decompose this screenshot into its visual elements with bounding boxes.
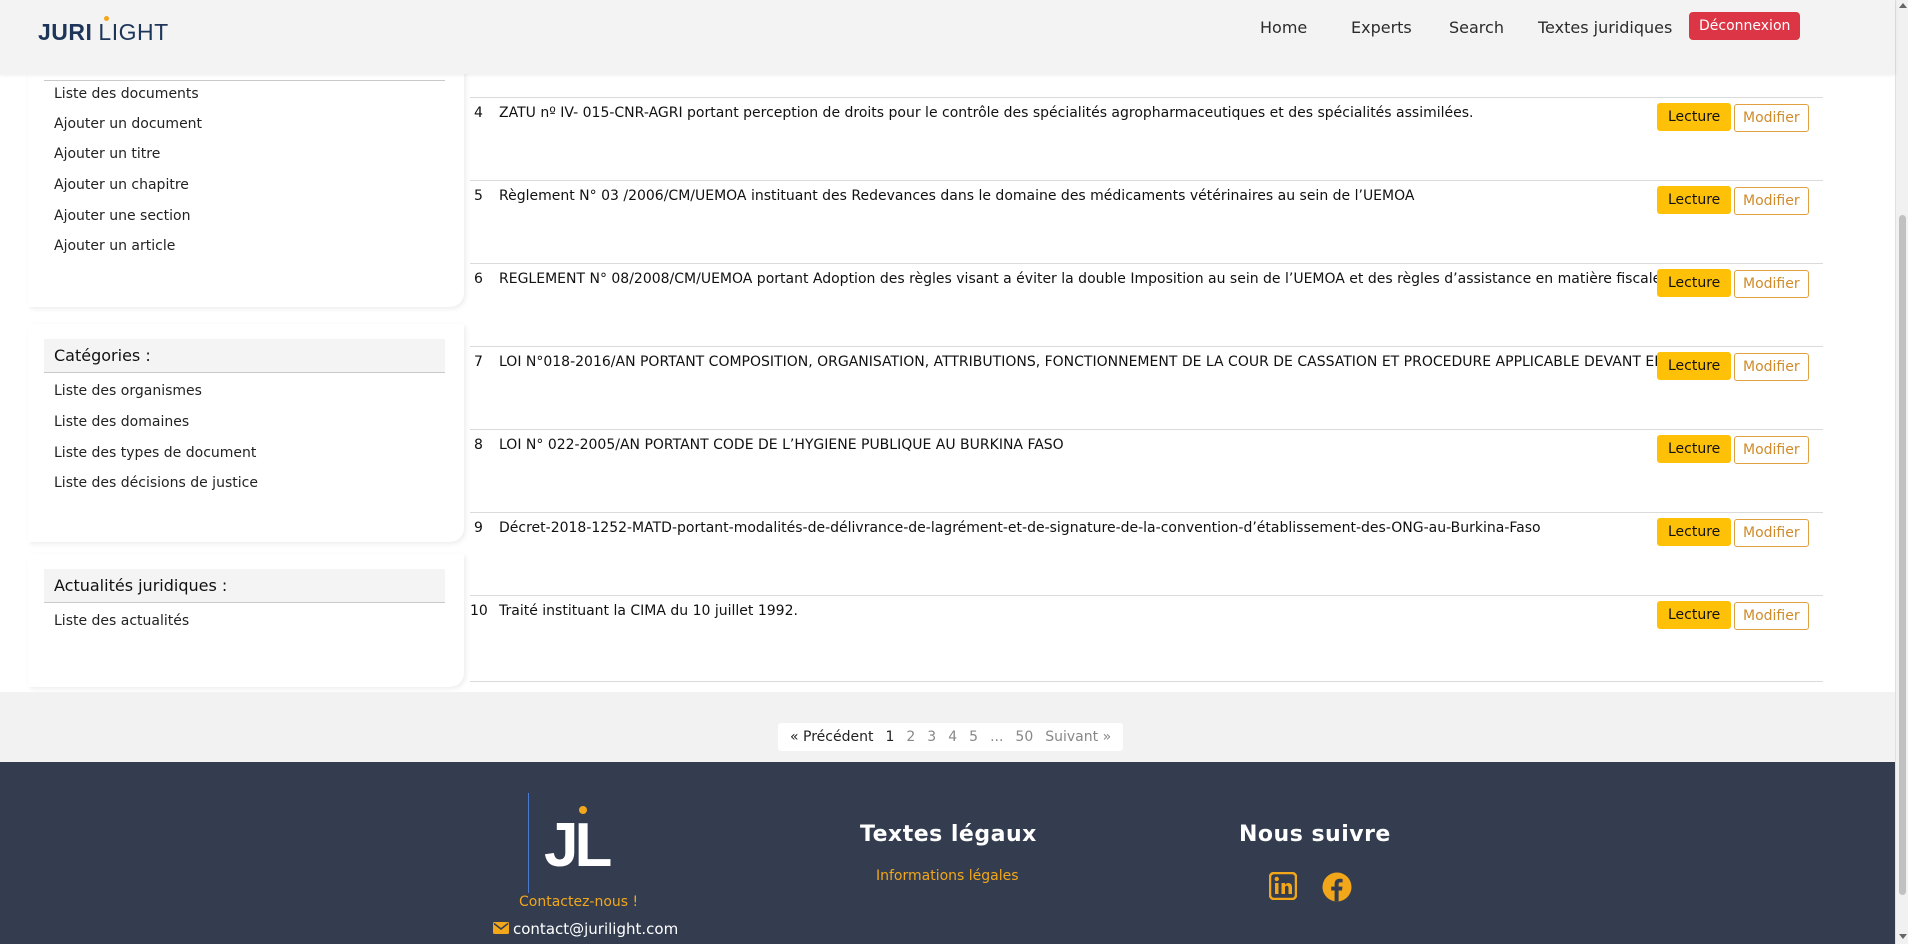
nav-home[interactable]: Home: [1260, 18, 1307, 37]
scrollbar-thumb[interactable]: [1899, 215, 1906, 895]
footer-logo-divider: [528, 793, 529, 893]
lecture-button[interactable]: Lecture: [1657, 352, 1732, 380]
row-title: REGLEMENT N° 08/2008/CM/UEMOA portant Ad…: [499, 271, 1662, 287]
sidebar-link-decisions-justice[interactable]: Liste des décisions de justice: [54, 475, 258, 491]
site-footer: JL Contactez-nous ! contact@jurilight.co…: [0, 762, 1895, 944]
pagination-prev[interactable]: « Précédent: [790, 729, 873, 745]
table-bottom-divider: [470, 681, 1823, 682]
sidebar-link-liste-documents[interactable]: Liste des documents: [54, 86, 199, 102]
row-title: Décret-2018-1252-MATD-portant-modalités-…: [499, 520, 1541, 536]
pagination-ellipsis: ...: [990, 729, 1004, 745]
modifier-button[interactable]: Modifier: [1734, 187, 1809, 215]
contact-email[interactable]: contact@jurilight.com: [493, 920, 678, 938]
pagination-next[interactable]: Suivant »: [1045, 729, 1111, 745]
scroll-up-icon[interactable]: [1899, 3, 1907, 8]
sidebar-link-domaines[interactable]: Liste des domaines: [54, 414, 189, 430]
sidebar-link-types-document[interactable]: Liste des types de document: [54, 445, 256, 461]
sidebar-link-organismes[interactable]: Liste des organismes: [54, 383, 202, 399]
footer-follow-title: Nous suivre: [1239, 822, 1391, 847]
row-number: 6: [474, 271, 483, 287]
linkedin-icon[interactable]: [1268, 871, 1298, 904]
pagination-page-2[interactable]: 2: [906, 729, 915, 745]
modifier-button[interactable]: Modifier: [1734, 104, 1809, 132]
table-row: 10 Traité instituant la CIMA du 10 juill…: [470, 595, 1823, 678]
lecture-button[interactable]: Lecture: [1657, 186, 1732, 214]
actualites-title: Actualités juridiques :: [44, 569, 445, 603]
logo-light: LIGHT: [98, 19, 169, 45]
lecture-button[interactable]: Lecture: [1657, 269, 1732, 297]
main-content: Liste des documents Ajouter un document …: [0, 68, 1895, 692]
sidebar-link-actualites[interactable]: Liste des actualités: [54, 613, 189, 629]
logout-button[interactable]: Déconnexion: [1689, 12, 1801, 40]
pagination-page-3[interactable]: 3: [927, 729, 936, 745]
scroll-down-icon[interactable]: [1899, 934, 1907, 939]
nav-search[interactable]: Search: [1449, 18, 1504, 37]
row-title: LOI N°018-2016/AN PORTANT COMPOSITION, O…: [499, 354, 1679, 370]
sidebar-link-ajouter-titre[interactable]: Ajouter un titre: [54, 146, 160, 162]
modifier-button[interactable]: Modifier: [1734, 436, 1809, 464]
row-number: 8: [474, 437, 483, 453]
nav-textes-juridiques[interactable]: Textes juridiques: [1538, 18, 1672, 37]
table-row: 9 Décret-2018-1252-MATD-portant-modalité…: [470, 512, 1823, 595]
facebook-icon[interactable]: [1322, 872, 1352, 906]
pagination-page-1[interactable]: 1: [885, 729, 894, 745]
modifier-button[interactable]: Modifier: [1734, 602, 1809, 630]
page-scrollbar[interactable]: [1895, 0, 1908, 944]
pagination-page-5[interactable]: 5: [969, 729, 978, 745]
modifier-button[interactable]: Modifier: [1734, 519, 1809, 547]
sidebar-actualites-card: Actualités juridiques : Liste des actual…: [28, 554, 464, 687]
table-row: 6 REGLEMENT N° 08/2008/CM/UEMOA portant …: [470, 263, 1823, 346]
row-title: Traité instituant la CIMA du 10 juillet …: [499, 603, 798, 619]
documents-table: 4 ZATU nº IV- 015-CNR-AGRI portant perce…: [470, 74, 1823, 684]
contact-label: Contactez-nous !: [519, 894, 639, 910]
pagination-page-4[interactable]: 4: [948, 729, 957, 745]
row-number: 10: [470, 603, 488, 619]
row-number: 7: [474, 354, 483, 370]
pagination: « Précédent 1 2 3 4 5 ... 50 Suivant »: [778, 723, 1124, 751]
modifier-button[interactable]: Modifier: [1734, 270, 1809, 298]
site-logo[interactable]: JURI LIGHT: [38, 16, 169, 46]
modifier-button[interactable]: Modifier: [1734, 353, 1809, 381]
sidebar-link-ajouter-chapitre[interactable]: Ajouter un chapitre: [54, 177, 189, 193]
footer-logo-dot: [579, 806, 587, 814]
categories-title: Catégories :: [44, 339, 445, 373]
row-title: Règlement N° 03 /2006/CM/UEMOA instituan…: [499, 188, 1415, 204]
lecture-button[interactable]: Lecture: [1657, 518, 1732, 546]
table-row: 5 Règlement N° 03 /2006/CM/UEMOA institu…: [470, 180, 1823, 263]
pagination-page-50[interactable]: 50: [1015, 729, 1033, 745]
lecture-button[interactable]: Lecture: [1657, 435, 1732, 463]
row-title: LOI N° 022-2005/AN PORTANT CODE DE L’HYG…: [499, 437, 1064, 453]
envelope-icon: [493, 920, 509, 938]
footer-logo-text: JL: [544, 811, 612, 880]
lecture-button[interactable]: Lecture: [1657, 601, 1732, 629]
table-row: 4 ZATU nº IV- 015-CNR-AGRI portant perce…: [470, 97, 1823, 180]
row-number: 9: [474, 520, 483, 536]
sidebar-link-ajouter-article[interactable]: Ajouter un article: [54, 238, 175, 254]
table-row: 8 LOI N° 022-2005/AN PORTANT CODE DE L’H…: [470, 429, 1823, 512]
table-row: 7 LOI N°018-2016/AN PORTANT COMPOSITION,…: [470, 346, 1823, 429]
contact-email-text: contact@jurilight.com: [513, 920, 679, 938]
footer-logo: JL: [544, 806, 612, 881]
sidebar-link-ajouter-document[interactable]: Ajouter un document: [54, 116, 202, 132]
top-navbar: JURI LIGHT Home Experts Search Textes jur…: [0, 0, 1895, 74]
row-number: 4: [474, 105, 483, 121]
lecture-button[interactable]: Lecture: [1657, 103, 1732, 131]
row-title: ZATU nº IV- 015-CNR-AGRI portant percept…: [499, 105, 1474, 121]
logo-juri: JURI: [38, 19, 93, 45]
sidebar-documents-card: Liste des documents Ajouter un document …: [28, 68, 464, 307]
footer-legal-title: Textes légaux: [860, 822, 1037, 847]
sidebar-categories-card: Catégories : Liste des organismes Liste …: [28, 324, 464, 542]
row-number: 5: [474, 188, 483, 204]
logo-dot: [104, 16, 109, 21]
sidebar-link-ajouter-section[interactable]: Ajouter une section: [54, 208, 190, 224]
nav-experts[interactable]: Experts: [1351, 18, 1412, 37]
footer-legal-link[interactable]: Informations légales: [876, 868, 1019, 884]
